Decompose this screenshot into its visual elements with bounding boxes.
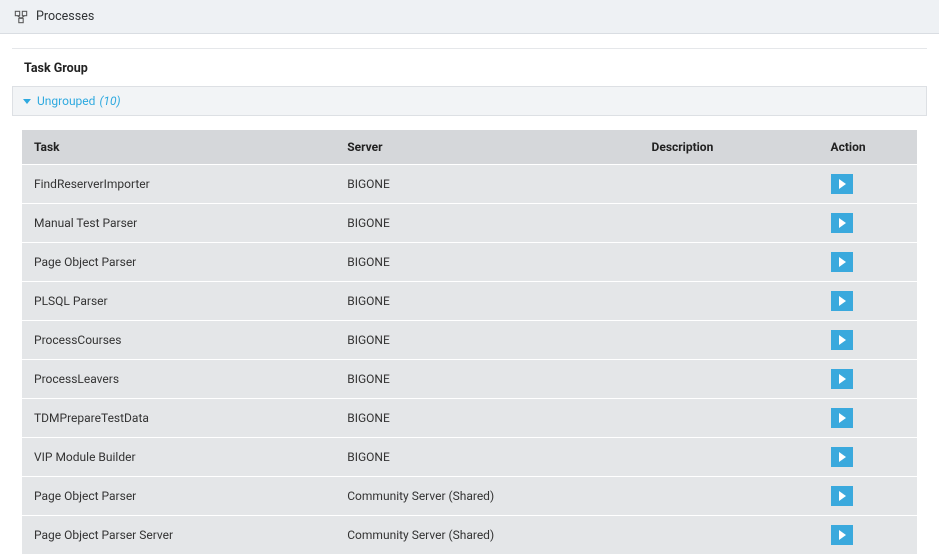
group-label: Ungrouped: [37, 94, 95, 108]
cell-server: BIGONE: [335, 165, 639, 204]
cell-description: [640, 438, 819, 477]
cell-task: Page Object Parser: [22, 477, 335, 516]
run-button[interactable]: [831, 330, 853, 350]
cell-server: Community Server (Shared): [335, 516, 639, 555]
cell-description: [640, 204, 819, 243]
col-header-server[interactable]: Server: [335, 130, 639, 165]
cell-task: ProcessLeavers: [22, 360, 335, 399]
cell-action: [819, 516, 917, 555]
group-count: (10): [99, 94, 120, 108]
cell-action: [819, 243, 917, 282]
run-button[interactable]: [831, 486, 853, 506]
cell-task: Manual Test Parser: [22, 204, 335, 243]
cell-action: [819, 360, 917, 399]
cell-task: ProcessCourses: [22, 321, 335, 360]
play-icon: [839, 530, 846, 540]
table-header-row: Task Server Description Action: [22, 130, 917, 165]
run-button[interactable]: [831, 369, 853, 389]
cell-task: VIP Module Builder: [22, 438, 335, 477]
section-title: Task Group: [12, 49, 927, 86]
cell-task: FindReserverImporter: [22, 165, 335, 204]
run-button[interactable]: [831, 525, 853, 545]
col-header-task[interactable]: Task: [22, 130, 335, 165]
play-icon: [839, 296, 846, 306]
play-icon: [839, 452, 846, 462]
content: Task Group Ungrouped (10) Task Server De…: [12, 48, 927, 555]
run-button[interactable]: [831, 252, 853, 272]
cell-description: [640, 165, 819, 204]
cell-server: BIGONE: [335, 204, 639, 243]
cell-description: [640, 360, 819, 399]
table-row[interactable]: FindReserverImporterBIGONE: [22, 165, 917, 204]
col-header-action[interactable]: Action: [819, 130, 917, 165]
cell-action: [819, 321, 917, 360]
cell-server: BIGONE: [335, 282, 639, 321]
col-header-description[interactable]: Description: [640, 130, 819, 165]
cell-server: BIGONE: [335, 438, 639, 477]
table-row[interactable]: Page Object Parser ServerCommunity Serve…: [22, 516, 917, 555]
processes-icon: [14, 10, 28, 24]
caret-down-icon: [23, 99, 31, 104]
table-row[interactable]: PLSQL ParserBIGONE: [22, 282, 917, 321]
table-row[interactable]: Manual Test ParserBIGONE: [22, 204, 917, 243]
play-icon: [839, 491, 846, 501]
cell-action: [819, 438, 917, 477]
cell-task: PLSQL Parser: [22, 282, 335, 321]
cell-task: TDMPrepareTestData: [22, 399, 335, 438]
table-row[interactable]: ProcessCoursesBIGONE: [22, 321, 917, 360]
table-row[interactable]: VIP Module BuilderBIGONE: [22, 438, 917, 477]
table-row[interactable]: Page Object ParserCommunity Server (Shar…: [22, 477, 917, 516]
table-row[interactable]: Page Object ParserBIGONE: [22, 243, 917, 282]
play-icon: [839, 218, 846, 228]
cell-action: [819, 399, 917, 438]
run-button[interactable]: [831, 447, 853, 467]
cell-action: [819, 477, 917, 516]
cell-description: [640, 282, 819, 321]
play-icon: [839, 179, 846, 189]
cell-task: Page Object Parser Server: [22, 516, 335, 555]
cell-description: [640, 477, 819, 516]
run-button[interactable]: [831, 291, 853, 311]
cell-description: [640, 516, 819, 555]
page-header: Processes: [0, 0, 939, 34]
cell-action: [819, 282, 917, 321]
run-button[interactable]: [831, 174, 853, 194]
cell-server: BIGONE: [335, 243, 639, 282]
cell-server: BIGONE: [335, 321, 639, 360]
cell-description: [640, 321, 819, 360]
play-icon: [839, 413, 846, 423]
page-title: Processes: [36, 9, 94, 24]
cell-description: [640, 399, 819, 438]
cell-task: Page Object Parser: [22, 243, 335, 282]
run-button[interactable]: [831, 408, 853, 428]
table-wrap: Task Server Description Action FindReser…: [12, 116, 927, 555]
play-icon: [839, 374, 846, 384]
cell-server: Community Server (Shared): [335, 477, 639, 516]
table-row[interactable]: ProcessLeaversBIGONE: [22, 360, 917, 399]
task-table: Task Server Description Action FindReser…: [22, 130, 917, 555]
cell-server: BIGONE: [335, 399, 639, 438]
group-row[interactable]: Ungrouped (10): [12, 86, 927, 116]
cell-action: [819, 165, 917, 204]
play-icon: [839, 335, 846, 345]
table-row[interactable]: TDMPrepareTestDataBIGONE: [22, 399, 917, 438]
cell-action: [819, 204, 917, 243]
cell-description: [640, 243, 819, 282]
run-button[interactable]: [831, 213, 853, 233]
cell-server: BIGONE: [335, 360, 639, 399]
play-icon: [839, 257, 846, 267]
